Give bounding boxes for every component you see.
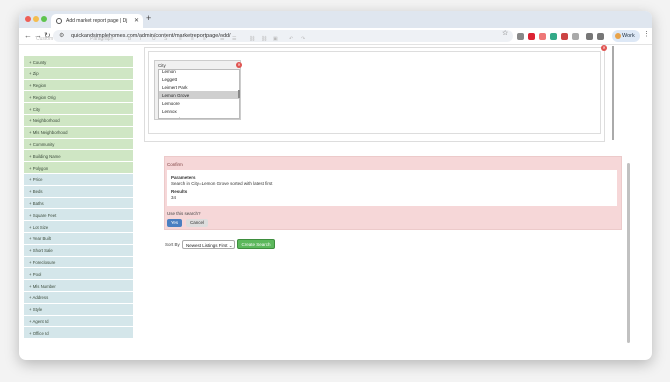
align-right-icon[interactable]: ≡: [203, 36, 206, 42]
bullet-list-icon[interactable]: ☰: [220, 36, 224, 42]
browser-menu-icon[interactable]: ⋮: [643, 30, 650, 38]
yes-button[interactable]: Yes: [167, 219, 182, 227]
parameters-label: Parameters: [171, 175, 196, 180]
avatar: [615, 33, 621, 39]
new-tab-icon[interactable]: +: [146, 13, 151, 23]
maximize-window-icon[interactable]: [41, 16, 47, 22]
remove-filter-icon[interactable]: ✕: [236, 62, 242, 68]
undo-icon[interactable]: ↶: [289, 36, 293, 42]
tab-title: Add market report page | Dj: [66, 18, 128, 24]
city-multiselect[interactable]: Lemon Leggett Leimert Park Lemon Grove Lemoo…: [158, 69, 240, 119]
sidebar-item[interactable]: + Zip: [24, 67, 133, 80]
redo-icon[interactable]: ↷: [301, 36, 305, 42]
sidebar-item[interactable]: + Agent Id: [24, 315, 133, 328]
sidebar-item[interactable]: + City: [24, 103, 133, 115]
sidebar-item[interactable]: + Style: [24, 303, 133, 316]
sidebar-item[interactable]: + Lot Size: [24, 221, 133, 233]
city-option[interactable]: Lenwood: [159, 115, 239, 118]
download-icon[interactable]: [586, 33, 593, 40]
style-dropdown[interactable]: Custom: [36, 36, 53, 42]
sort-select-value: Newest Listings First: [186, 243, 228, 248]
close-window-icon[interactable]: [25, 16, 31, 22]
page-scrollbar[interactable]: [627, 163, 630, 343]
confirm-question: Use this search?: [167, 211, 201, 216]
minimize-window-icon[interactable]: [33, 16, 39, 22]
create-search-button[interactable]: Create Search: [237, 239, 275, 249]
sidebar-item[interactable]: + Beds: [24, 185, 133, 198]
close-tab-icon[interactable]: ✕: [134, 17, 139, 24]
sidebar-item[interactable]: + Year Built: [24, 232, 133, 245]
sidebar-item[interactable]: + Address: [24, 291, 133, 304]
filter-sidebar: + County + Zip + Region + Region Orig + City…: [24, 56, 133, 346]
rich-text-toolbar: Custom Paragraph B I U S ≡ ≡ ≡ ☰ ☰ ⛓ ⛓ ▣…: [13, 35, 313, 44]
underline-button[interactable]: U: [152, 36, 156, 42]
city-option[interactable]: Leggett: [159, 75, 239, 83]
sidebar-item[interactable]: + Square Feet: [24, 209, 133, 222]
extensions-puzzle-icon[interactable]: [572, 33, 579, 40]
italic-button[interactable]: I: [140, 36, 141, 42]
sidebar-item[interactable]: + Mls Neighborhood: [24, 126, 133, 139]
city-filter-label: City: [158, 63, 166, 68]
sidebar-item[interactable]: + Community: [24, 138, 133, 151]
sidebar-item[interactable]: + Office Id: [24, 327, 133, 340]
sort-label: Sort By: [165, 242, 180, 247]
extension-icon[interactable]: [550, 33, 557, 40]
results-value: 34: [171, 195, 177, 200]
align-center-icon[interactable]: ≡: [191, 36, 194, 42]
profile-label: Work: [622, 33, 635, 39]
sidebar-item[interactable]: + Mls Number: [24, 280, 133, 292]
sidebar-item[interactable]: + Pool: [24, 268, 133, 281]
city-option[interactable]: Lemoore: [159, 99, 239, 107]
extension-icon[interactable]: [517, 33, 524, 40]
tab-bar: Add market report page | Dj ✕ +: [19, 11, 652, 28]
panel-scrollbar[interactable]: [612, 46, 614, 140]
link-icon[interactable]: ⛓: [249, 36, 255, 42]
sidebar-item[interactable]: + Region: [24, 79, 133, 92]
sidebar-item[interactable]: + Baths: [24, 197, 133, 210]
sidebar-item[interactable]: + Neighborhood: [24, 114, 133, 127]
list-scrollbar[interactable]: [238, 90, 240, 98]
city-option[interactable]: Leimert Park: [159, 83, 239, 91]
strike-button[interactable]: S: [164, 36, 167, 42]
image-icon[interactable]: ▣: [273, 36, 278, 42]
results-label: Results: [171, 189, 188, 194]
align-left-icon[interactable]: ≡: [179, 36, 182, 42]
profile-menu-icon[interactable]: [597, 33, 604, 40]
city-filter: City ✕ Lemon Leggett Leimert Park Lemon Gro…: [154, 60, 242, 120]
sidebar-item[interactable]: + Foreclosure: [24, 256, 133, 269]
sidebar-item[interactable]: + Short Sale: [24, 244, 133, 257]
bold-button[interactable]: B: [128, 36, 131, 42]
chevron-down-icon: ⌄: [228, 243, 233, 248]
bookmark-star-icon[interactable]: ☆: [502, 29, 508, 37]
parameters-value: Search in City=Lemon Grove sorted with l…: [171, 181, 273, 186]
cancel-button[interactable]: Cancel: [186, 219, 208, 227]
confirm-title: Confirm: [167, 162, 183, 167]
filter-container: City ✕ Lemon Leggett Leimert Park Lemon Gro…: [144, 47, 605, 142]
sidebar-item[interactable]: + Building Name: [24, 150, 133, 163]
numbered-list-icon[interactable]: ☰: [232, 36, 236, 42]
unlink-icon[interactable]: ⛓: [261, 36, 267, 42]
format-dropdown[interactable]: Paragraph: [90, 36, 113, 42]
extension-icon[interactable]: [561, 33, 568, 40]
filter-row: City ✕ Lemon Leggett Leimert Park Lemon Gro…: [148, 51, 601, 134]
sort-select[interactable]: Newest Listings First ⌄: [182, 240, 235, 249]
extension-icon[interactable]: [528, 33, 535, 40]
sidebar-item[interactable]: + Region Orig: [24, 91, 133, 104]
confirm-details: Parameters Search in City=Lemon Grove so…: [167, 170, 617, 206]
sidebar-item[interactable]: + Price: [24, 173, 133, 186]
browser-tab[interactable]: Add market report page | Dj ✕: [51, 14, 143, 28]
city-option[interactable]: Lemon Grove: [159, 91, 239, 99]
confirm-panel: Confirm Parameters Search in City=Lemon …: [164, 156, 622, 230]
extension-icon[interactable]: [539, 33, 546, 40]
sidebar-item[interactable]: + Polygon: [24, 162, 133, 174]
profile-button[interactable]: Work: [612, 30, 640, 42]
remove-group-icon[interactable]: ✕: [601, 45, 607, 51]
site-favicon-icon: [56, 18, 62, 24]
city-option[interactable]: Lennox: [159, 107, 239, 115]
sidebar-item[interactable]: + County: [24, 56, 133, 68]
